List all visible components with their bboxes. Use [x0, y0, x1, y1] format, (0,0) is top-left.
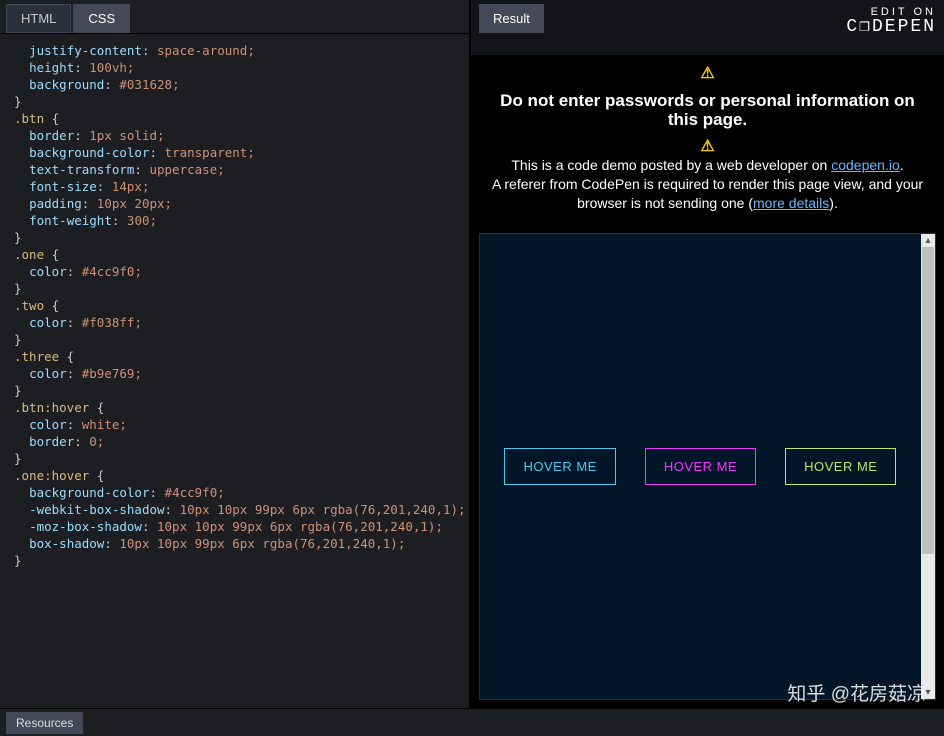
code-line: text-transform: uppercase;	[14, 161, 465, 178]
code-line: .btn {	[14, 110, 465, 127]
warning-banner: ⚠ Do not enter passwords or personal inf…	[471, 56, 944, 225]
code-line: .btn:hover {	[14, 399, 465, 416]
warning-line-1: This is a code demo posted by a web deve…	[491, 156, 924, 175]
code-line: box-shadow: 10px 10px 99px 6px rgba(76,2…	[14, 535, 465, 552]
code-line: font-weight: 300;	[14, 212, 465, 229]
codepen-embed: HTML CSS justify-content: space-around; …	[0, 0, 944, 736]
code-line: color: #b9e769;	[14, 365, 465, 382]
demo-button-three[interactable]: HOVER ME	[785, 448, 896, 485]
code-line: }	[14, 280, 465, 297]
scroll-up-icon[interactable]: ▴	[925, 234, 930, 247]
preview-frame: HOVER ME HOVER ME HOVER ME ▴ ▾	[479, 233, 936, 700]
demo-button-two[interactable]: HOVER ME	[645, 448, 756, 485]
panes: HTML CSS justify-content: space-around; …	[0, 0, 944, 708]
tab-html[interactable]: HTML	[6, 4, 71, 33]
warning-headline-text: Do not enter passwords or personal infor…	[491, 91, 924, 129]
resources-button[interactable]: Resources	[6, 712, 83, 734]
code-line: .three {	[14, 348, 465, 365]
warning-icon: ⚠	[700, 64, 714, 83]
demo-button-one[interactable]: HOVER ME	[504, 448, 615, 485]
edit-on-codepen[interactable]: EDIT ON C❐DEPEN	[846, 4, 936, 36]
code-line: .one:hover {	[14, 467, 465, 484]
scroll-thumb[interactable]	[922, 247, 934, 554]
code-line: }	[14, 229, 465, 246]
code-line: }	[14, 382, 465, 399]
code-line: }	[14, 450, 465, 467]
code-line: -moz-box-shadow: 10px 10px 99px 6px rgba…	[14, 518, 465, 535]
code-line: border: 0;	[14, 433, 465, 450]
code-line: height: 100vh;	[14, 59, 465, 76]
preview-body: HOVER ME HOVER ME HOVER ME	[480, 234, 921, 699]
editor-pane: HTML CSS justify-content: space-around; …	[0, 0, 471, 708]
code-line: padding: 10px 20px;	[14, 195, 465, 212]
codepen-logo: C❐DEPEN	[846, 18, 936, 36]
code-line: .one {	[14, 246, 465, 263]
code-line: }	[14, 552, 465, 569]
code-line: color: #f038ff;	[14, 314, 465, 331]
codepen-link[interactable]: codepen.io	[831, 157, 900, 173]
warning-icon: ⚠	[700, 137, 714, 156]
result-button[interactable]: Result	[479, 4, 544, 33]
more-details-link[interactable]: more details	[753, 195, 829, 211]
code-line: background-color: transparent;	[14, 144, 465, 161]
warning-headline: ⚠ Do not enter passwords or personal inf…	[491, 64, 924, 156]
preview-scrollbar[interactable]: ▴ ▾	[921, 234, 935, 699]
code-line: border: 1px solid;	[14, 127, 465, 144]
warning-line-2: A referer from CodePen is required to re…	[491, 175, 924, 213]
code-line: background: #031628;	[14, 76, 465, 93]
code-line: }	[14, 93, 465, 110]
scroll-track[interactable]	[921, 247, 935, 686]
code-line: color: white;	[14, 416, 465, 433]
result-pane: Result EDIT ON C❐DEPEN ⚠ Do not enter pa…	[471, 0, 944, 708]
code-line: background-color: #4cc9f0;	[14, 484, 465, 501]
code-editor[interactable]: justify-content: space-around; height: 1…	[0, 34, 469, 708]
code-line: .two {	[14, 297, 465, 314]
footer: Resources	[0, 708, 944, 736]
scroll-down-icon[interactable]: ▾	[925, 686, 930, 699]
code-line: color: #4cc9f0;	[14, 263, 465, 280]
editor-tabstrip: HTML CSS	[0, 0, 469, 34]
result-header: Result EDIT ON C❐DEPEN	[471, 0, 944, 56]
code-line: -webkit-box-shadow: 10px 10px 99px 6px r…	[14, 501, 465, 518]
code-line: }	[14, 331, 465, 348]
code-line: font-size: 14px;	[14, 178, 465, 195]
code-line: justify-content: space-around;	[14, 42, 465, 59]
tab-css[interactable]: CSS	[73, 4, 130, 33]
